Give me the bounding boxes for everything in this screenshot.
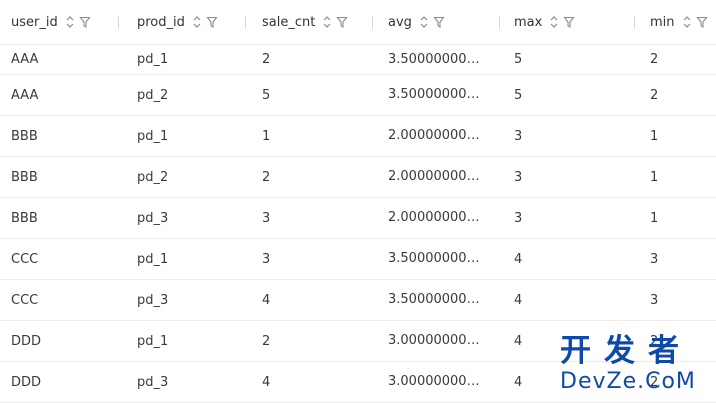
cell-min: 3 (650, 292, 659, 308)
cell-prod-id: pd_1 (137, 251, 169, 267)
col-header-max[interactable]: max (514, 0, 578, 44)
sort-icon[interactable] (191, 15, 203, 29)
table-row[interactable]: AAA pd_1 2 3.500000000000 5 2 (0, 45, 716, 75)
cell-sale-cnt: 2 (262, 169, 271, 185)
cell-user-id: CCC (11, 251, 39, 267)
cell-avg: 3.500000000000 (388, 292, 485, 307)
col-header-label: avg (388, 14, 412, 30)
cell-avg: 3.000000000000 (388, 374, 485, 389)
cell-user-id: AAA (11, 52, 39, 67)
cell-user-id: BBB (11, 128, 38, 144)
sort-icon[interactable] (64, 15, 76, 29)
cell-sale-cnt: 4 (262, 292, 271, 308)
filter-icon[interactable] (433, 15, 445, 29)
cell-user-id: BBB (11, 169, 38, 185)
cell-user-id: BBB (11, 210, 38, 226)
cell-avg: 3.500000000000 (388, 52, 485, 67)
cell-sale-cnt: 4 (262, 374, 271, 390)
cell-avg: 2.000000000000 (388, 210, 485, 225)
table-row[interactable]: BBB pd_2 2 2.000000000000 3 1 (0, 157, 716, 198)
cell-min: 2 (650, 87, 659, 103)
table-row[interactable]: AAA pd_2 5 3.500000000000 5 2 (0, 75, 716, 116)
table-row[interactable]: BBB pd_1 1 2.000000000000 3 1 (0, 116, 716, 157)
col-header-user-id[interactable]: user_id (11, 0, 94, 44)
watermark-site-name: DevZe.CoM (560, 369, 696, 394)
cell-avg: 2.000000000000 (388, 128, 485, 143)
filter-icon[interactable] (336, 15, 348, 29)
col-header-prod-id[interactable]: prod_id (137, 0, 221, 44)
col-header-label: sale_cnt (262, 14, 316, 30)
cell-max: 3 (514, 128, 523, 144)
cell-min: 1 (650, 128, 659, 144)
col-header-sale-cnt[interactable]: sale_cnt (262, 0, 351, 44)
col-header-label: prod_id (137, 14, 185, 30)
cell-avg: 3.000000000000 (388, 333, 485, 348)
cell-max: 5 (514, 52, 523, 67)
cell-min: 1 (650, 169, 659, 185)
table-row[interactable]: CCC pd_1 3 3.500000000000 4 3 (0, 239, 716, 280)
col-header-label: user_id (11, 14, 58, 30)
sort-icon[interactable] (321, 15, 333, 29)
filter-icon[interactable] (79, 15, 91, 29)
cell-sale-cnt: 2 (262, 333, 271, 349)
cell-prod-id: pd_1 (137, 52, 169, 67)
col-header-label: max (514, 14, 543, 30)
column-divider[interactable] (245, 16, 246, 29)
cell-avg: 3.500000000000 (388, 87, 485, 102)
cell-prod-id: pd_2 (137, 87, 169, 103)
cell-max: 5 (514, 87, 523, 103)
cell-prod-id: pd_3 (137, 210, 169, 226)
table-header: user_id prod_id sale_cnt avg max min (0, 0, 716, 45)
col-header-avg[interactable]: avg (388, 0, 448, 44)
column-divider[interactable] (118, 16, 119, 29)
cell-user-id: DDD (11, 333, 42, 349)
cell-prod-id: pd_3 (137, 292, 169, 308)
column-divider[interactable] (499, 16, 500, 29)
cell-max: 4 (514, 251, 523, 267)
cell-prod-id: pd_1 (137, 333, 169, 349)
cell-sale-cnt: 3 (262, 251, 271, 267)
cell-max: 3 (514, 169, 523, 185)
cell-user-id: CCC (11, 292, 39, 308)
cell-prod-id: pd_2 (137, 169, 169, 185)
sort-icon[interactable] (418, 15, 430, 29)
column-divider[interactable] (372, 16, 373, 29)
cell-sale-cnt: 2 (262, 52, 271, 67)
cell-avg: 3.500000000000 (388, 251, 485, 266)
cell-prod-id: pd_3 (137, 374, 169, 390)
cell-sale-cnt: 5 (262, 87, 271, 103)
sort-icon[interactable] (548, 15, 560, 29)
cell-sale-cnt: 1 (262, 128, 271, 144)
filter-icon[interactable] (206, 15, 218, 29)
filter-icon[interactable] (563, 15, 575, 29)
table-row[interactable]: BBB pd_3 3 2.000000000000 3 1 (0, 198, 716, 239)
cell-min: 2 (650, 52, 659, 67)
col-header-min[interactable]: min (650, 0, 711, 44)
watermark-chinese-text: 开发者 (560, 333, 692, 369)
cell-min: 1 (650, 210, 659, 226)
cell-prod-id: pd_1 (137, 128, 169, 144)
cell-user-id: AAA (11, 87, 39, 103)
cell-avg: 2.000000000000 (388, 169, 485, 184)
table-row[interactable]: CCC pd_3 4 3.500000000000 4 3 (0, 280, 716, 321)
cell-max: 4 (514, 292, 523, 308)
cell-min: 3 (650, 251, 659, 267)
sort-icon[interactable] (681, 15, 693, 29)
filter-icon[interactable] (695, 15, 708, 29)
site-watermark: 开发者 DevZe.CoM (558, 334, 716, 400)
cell-sale-cnt: 3 (262, 210, 271, 226)
cell-max: 3 (514, 210, 523, 226)
column-divider[interactable] (634, 16, 635, 29)
cell-user-id: DDD (11, 374, 42, 390)
col-header-label: min (650, 14, 675, 30)
